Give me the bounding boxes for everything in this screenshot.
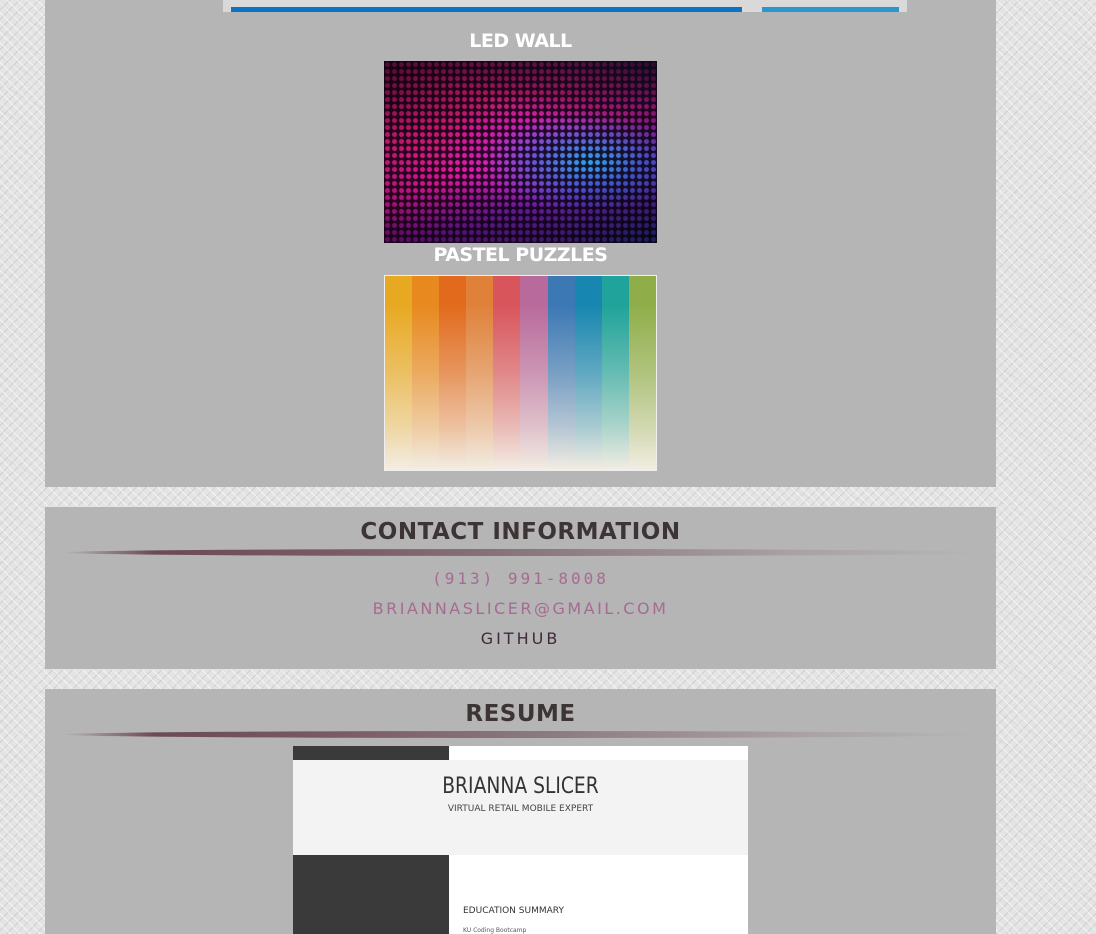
resume-education-heading: EDUCATION SUMMARY — [463, 906, 564, 916]
previous-project-thumbnail[interactable] — [223, 0, 907, 12]
pastel-color-column — [466, 276, 494, 470]
led-wall-title: LED WALL — [469, 30, 572, 52]
thumbnail-bar-secondary — [762, 7, 899, 12]
resume-subtitle: VIRTUAL RETAIL MOBILE EXPERT — [447, 804, 594, 814]
contact-divider — [63, 549, 978, 556]
pastel-color-column — [628, 276, 656, 470]
resume-panel: RESUME BRIANNA SLICER VIRTUAL RETAIL MOB… — [45, 689, 996, 934]
projects-panel: LED WALL PASTEL PUZZLES — [45, 0, 996, 487]
email-link[interactable]: BRIANNASLICER@GMAIL.COM — [45, 599, 996, 618]
thumbnail-bar-primary — [231, 7, 742, 12]
pastel-puzzles-image[interactable] — [384, 275, 657, 471]
resume-education-line: KU Coding Bootcamp — [463, 927, 527, 934]
pastel-color-column — [439, 276, 467, 470]
resume-heading: RESUME — [465, 701, 576, 727]
pastel-color-column — [574, 276, 602, 470]
resume-name: BRIANNA SLICER — [442, 774, 599, 799]
resume-dark-top-bar — [293, 746, 449, 760]
contact-panel: CONTACT INFORMATION (913) 991-8008 BRIAN… — [45, 507, 996, 669]
phone-link[interactable]: (913) 991-8008 — [45, 569, 996, 588]
pastel-color-column — [385, 276, 413, 470]
led-shading — [384, 61, 657, 243]
pastel-puzzles-title: PASTEL PUZZLES — [433, 244, 608, 266]
pastel-color-column — [601, 276, 629, 470]
resume-divider — [63, 731, 978, 738]
pastel-color-column — [520, 276, 548, 470]
pastel-color-column — [547, 276, 575, 470]
resume-image[interactable]: BRIANNA SLICER VIRTUAL RETAIL MOBILE EXP… — [293, 746, 748, 934]
resume-dark-sidebar — [293, 855, 449, 934]
github-link[interactable]: GITHUB — [45, 629, 996, 648]
led-wall-image[interactable] — [384, 61, 657, 243]
pastel-color-column — [412, 276, 440, 470]
pastel-color-column — [493, 276, 521, 470]
contact-heading: CONTACT INFORMATION — [360, 519, 681, 545]
